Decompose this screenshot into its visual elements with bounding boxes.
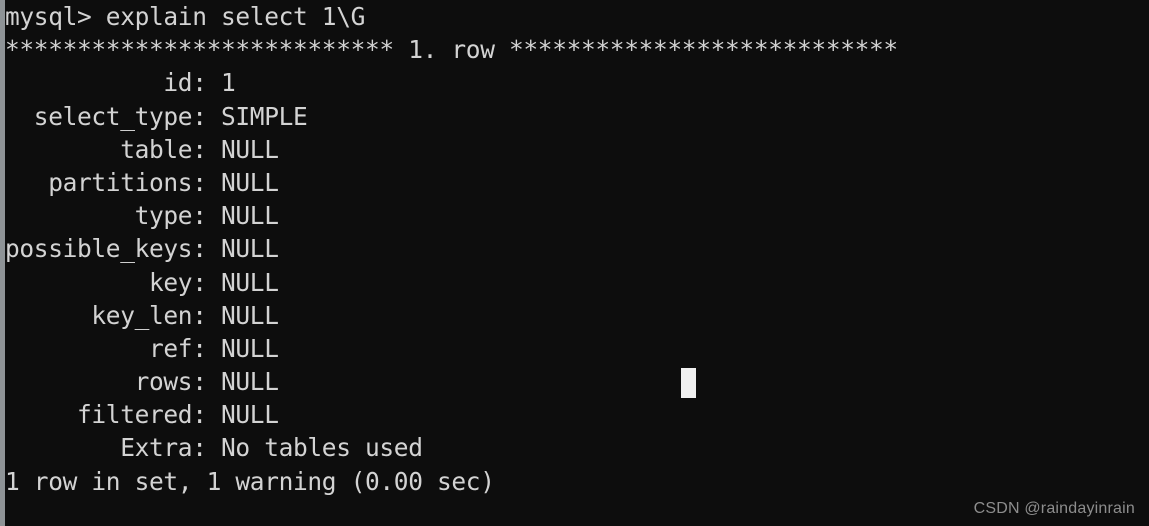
- field-row-possible-keys: possible_keys: NULL: [5, 234, 279, 264]
- field-row-table: table: NULL: [5, 134, 279, 164]
- text-cursor: [681, 368, 696, 398]
- terminal-window: mysql> explain select 1\G ***************…: [0, 0, 1149, 526]
- terminal-screen[interactable]: mysql> explain select 1\G ***************…: [5, 0, 1149, 526]
- terminal-scrollbar-gutter[interactable]: [0, 0, 5, 526]
- field-row-rows: rows: NULL: [5, 367, 279, 397]
- field-row-partitions: partitions: NULL: [5, 167, 279, 197]
- field-row-key-len: key_len: NULL: [5, 300, 279, 330]
- prompt-line: mysql> explain select 1\G: [5, 2, 366, 31]
- watermark-label: CSDN @raindayinrain: [973, 500, 1135, 517]
- field-row-select-type: select_type: SIMPLE: [5, 101, 308, 131]
- field-row-extra: Extra: No tables used: [5, 433, 423, 463]
- field-row-key: key: NULL: [5, 267, 279, 297]
- field-row-type: type: NULL: [5, 201, 279, 231]
- field-row-id: id: 1: [5, 68, 236, 98]
- field-row-filtered: filtered: NULL: [5, 400, 279, 430]
- status-line: 1 row in set, 1 warning (0.00 sec): [5, 466, 495, 496]
- row-separator-line: *************************** 1. row *****…: [5, 35, 898, 65]
- field-row-ref: ref: NULL: [5, 333, 279, 363]
- terminal-output: mysql> explain select 1\G ***************…: [5, 0, 1149, 498]
